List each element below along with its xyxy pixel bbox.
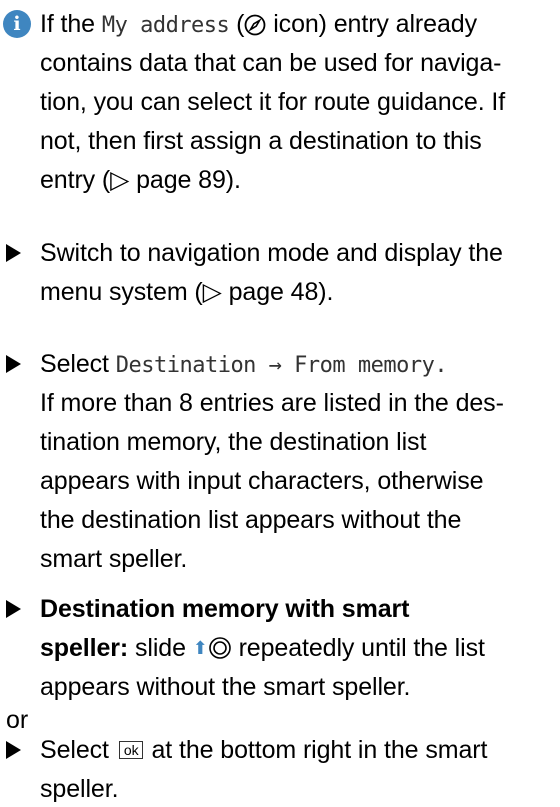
menu-path: Destination → From memory. [115, 353, 448, 378]
step2-line-5: the destination list appears without the [40, 506, 462, 534]
step3-line-3: appears without the smart speller. [40, 673, 411, 701]
my-address-menu-item: My address [101, 13, 230, 38]
info-line-5: entry (▷ page 89). [40, 166, 241, 194]
step3-line-1: Destination memory with smart [40, 595, 410, 623]
step2-line-6: smart speller. [40, 545, 188, 573]
step1-line-1: Switch to navigation mode and display th… [40, 239, 503, 267]
ok-key-icon: ok [118, 741, 144, 759]
step2-line-4: appears with input characters, otherwise [40, 467, 484, 495]
step3-line-2: speller: slide ⬆ repeatedly until the li… [40, 634, 485, 662]
up-arrow-icon: ⬆ [192, 638, 208, 658]
step2-line-2: If more than 8 entries are listed in the… [40, 389, 504, 417]
step4-line-2: speller. [40, 775, 119, 803]
step-arrow-icon [6, 244, 21, 262]
step-arrow-icon [6, 741, 21, 759]
step-arrow-icon [6, 355, 21, 373]
info-icon: i [3, 10, 31, 38]
info-line-3: tion, you can select it for route guidan… [40, 88, 506, 116]
info-line-2: contains data that can be used for navig… [40, 49, 502, 77]
slide-up-controller-icon [208, 637, 231, 659]
compass-icon [244, 14, 266, 36]
info-line-1: If the My address ( icon) entry already [40, 10, 477, 38]
info-line-4: not, then first assign a destination to … [40, 127, 482, 155]
step4-line-1: Select ok at the bottom right in the smart [40, 736, 488, 764]
manual-page: i If the My address ( icon) entry alread… [0, 0, 560, 803]
step2-line-1: Select Destination → From memory. [40, 350, 448, 378]
step2-line-3: tination memory, the destination list [40, 428, 427, 456]
step1-line-2: menu system (▷ page 48). [40, 278, 334, 306]
step-arrow-icon [6, 600, 21, 618]
or-separator: or [6, 706, 29, 734]
